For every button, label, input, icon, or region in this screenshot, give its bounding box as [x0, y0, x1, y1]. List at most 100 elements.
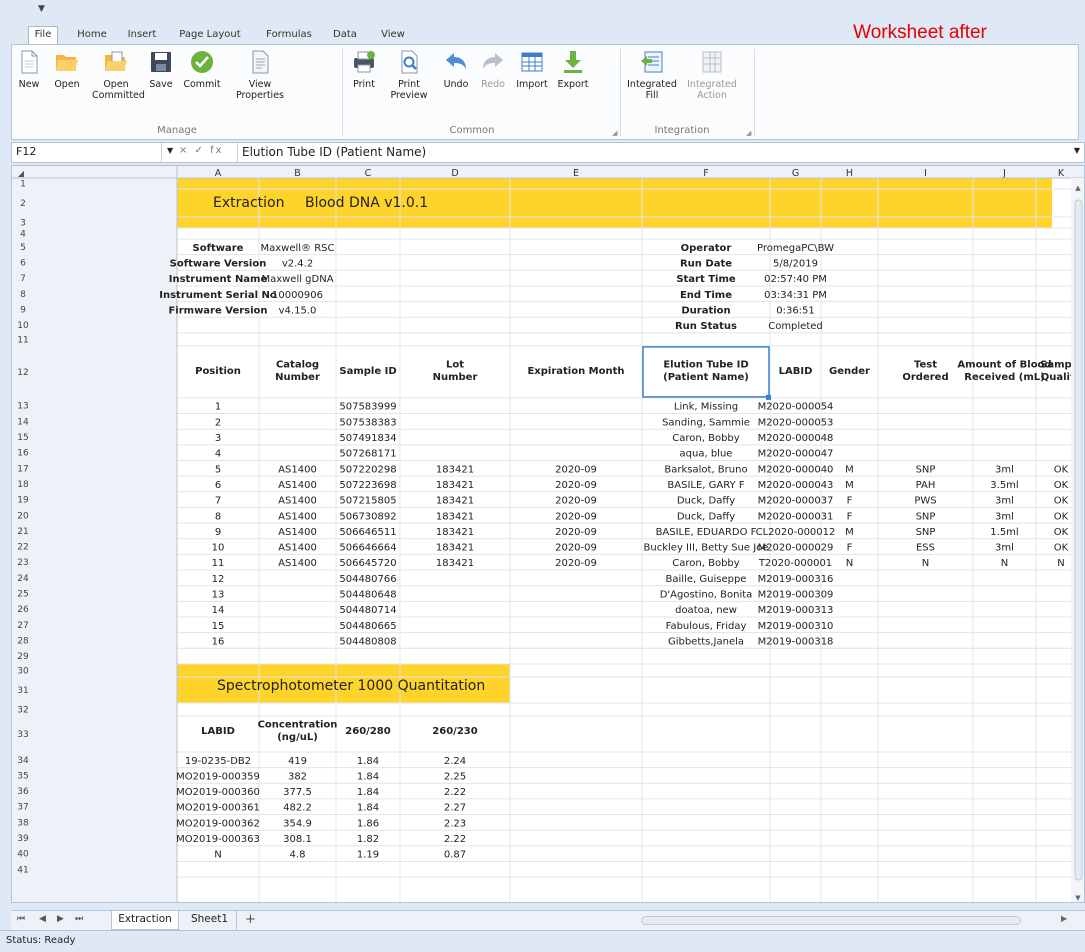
- new-button[interactable]: New: [14, 49, 44, 90]
- column-header-i[interactable]: I: [924, 168, 927, 179]
- row-header-3[interactable]: 3: [20, 219, 26, 229]
- view-properties-button[interactable]: View Properties: [230, 49, 290, 101]
- row-header-13[interactable]: 13: [17, 402, 28, 412]
- sheet-nav-last-icon[interactable]: ⏭: [75, 914, 83, 924]
- row-header-24[interactable]: 24: [17, 574, 29, 584]
- quick-access-dropdown-icon[interactable]: ▼: [38, 4, 45, 14]
- row-header-11[interactable]: 11: [17, 335, 28, 345]
- row-header-31[interactable]: 31: [17, 686, 28, 696]
- row-header-25[interactable]: 25: [17, 590, 28, 600]
- row-header-19[interactable]: 19: [17, 496, 29, 506]
- import-button[interactable]: Import: [515, 49, 549, 90]
- row-header-38[interactable]: 38: [17, 818, 29, 828]
- row-header-4[interactable]: 4: [20, 230, 26, 240]
- column-header-k[interactable]: K: [1058, 168, 1065, 179]
- print-button[interactable]: Print: [349, 49, 379, 90]
- row-header-1[interactable]: 1: [20, 180, 26, 190]
- row-header-40[interactable]: 40: [17, 850, 29, 860]
- table-cell: 507491834: [339, 433, 396, 444]
- row-header-29[interactable]: 29: [17, 652, 29, 662]
- row-header-2[interactable]: 2: [20, 199, 26, 209]
- row-header-15[interactable]: 15: [17, 433, 28, 443]
- row-header-20[interactable]: 20: [17, 511, 29, 521]
- column-header-j[interactable]: J: [1002, 168, 1006, 179]
- tab-data[interactable]: Data: [328, 27, 362, 44]
- vertical-scroll-thumb[interactable]: [1074, 199, 1083, 881]
- integrated-fill-button[interactable]: Integrated Fill: [624, 49, 680, 101]
- sheet-tab-sheet1[interactable]: Sheet1: [183, 911, 237, 930]
- open-button[interactable]: Open: [50, 49, 84, 90]
- horizontal-scrollbar[interactable]: [641, 916, 1021, 925]
- sheet-nav-prev-icon[interactable]: ◀: [39, 914, 46, 924]
- row-header-9[interactable]: 9: [20, 305, 26, 315]
- row-header-41[interactable]: 41: [17, 865, 28, 875]
- tab-home[interactable]: Home: [72, 27, 112, 44]
- spectro-cell: 2.27: [444, 803, 466, 814]
- row-header-12[interactable]: 12: [17, 368, 28, 378]
- row-header-36[interactable]: 36: [17, 787, 29, 797]
- row-header-27[interactable]: 27: [17, 621, 28, 631]
- name-box-dropdown-icon[interactable]: ▼: [167, 146, 173, 155]
- row-header-35[interactable]: 35: [17, 771, 28, 781]
- export-button[interactable]: Export: [556, 49, 590, 90]
- column-header-d[interactable]: D: [451, 168, 458, 179]
- common-launcher-icon[interactable]: ◢: [612, 129, 617, 137]
- formula-input[interactable]: Elution Tube ID (Patient Name): [237, 143, 1057, 162]
- row-header-30[interactable]: 30: [17, 666, 29, 676]
- fill-handle[interactable]: [766, 394, 771, 400]
- column-header-g[interactable]: G: [792, 168, 799, 179]
- column-header-f[interactable]: F: [703, 168, 708, 179]
- row-header-37[interactable]: 37: [17, 803, 28, 813]
- row-header-5[interactable]: 5: [20, 243, 26, 253]
- print-preview-button[interactable]: Print Preview: [387, 49, 431, 101]
- scroll-down-icon[interactable]: ▼: [1075, 894, 1081, 902]
- row-header-26[interactable]: 26: [17, 605, 29, 615]
- row-header-17[interactable]: 17: [17, 464, 28, 474]
- row-header-6[interactable]: 6: [20, 258, 26, 268]
- row-header-21[interactable]: 21: [17, 527, 28, 537]
- row-header-34[interactable]: 34: [17, 756, 29, 766]
- scroll-right-icon[interactable]: ▶: [1061, 914, 1067, 923]
- redo-button[interactable]: Redo: [478, 49, 508, 90]
- scroll-up-icon[interactable]: ▲: [1075, 184, 1081, 192]
- grid-canvas[interactable]: ◢ABCDEFGHIJKL123456789101112131415161718…: [12, 166, 1085, 903]
- row-header-23[interactable]: 23: [17, 558, 28, 568]
- sheet-nav-first-icon[interactable]: ⏮: [17, 914, 25, 924]
- row-header-33[interactable]: 33: [17, 730, 28, 740]
- row-header-16[interactable]: 16: [17, 449, 29, 459]
- open-committed-button[interactable]: Open Committed: [92, 49, 145, 101]
- row-header-22[interactable]: 22: [17, 543, 28, 553]
- integration-launcher-icon[interactable]: ◢: [746, 129, 751, 137]
- row-header-28[interactable]: 28: [17, 636, 29, 646]
- table-cell: 2020-09: [555, 480, 597, 491]
- row-header-8[interactable]: 8: [20, 290, 26, 300]
- sheet-tab-extraction[interactable]: Extraction: [111, 911, 179, 930]
- row-header-32[interactable]: 32: [17, 705, 28, 715]
- column-header-b[interactable]: B: [294, 168, 301, 179]
- tab-file[interactable]: File: [28, 26, 58, 45]
- row-header-14[interactable]: 14: [17, 417, 29, 427]
- column-header-h[interactable]: H: [846, 168, 853, 179]
- save-button[interactable]: Save: [146, 49, 176, 90]
- column-header-a[interactable]: A: [215, 168, 222, 179]
- add-sheet-button[interactable]: +: [245, 911, 265, 928]
- tab-insert[interactable]: Insert: [122, 27, 162, 44]
- undo-button[interactable]: Undo: [440, 49, 472, 90]
- column-header-c[interactable]: C: [365, 168, 372, 179]
- sheet-nav-next-icon[interactable]: ▶: [57, 914, 64, 924]
- tab-page-layout[interactable]: Page Layout: [176, 27, 244, 44]
- row-header-10[interactable]: 10: [17, 321, 29, 331]
- row-header-7[interactable]: 7: [20, 274, 26, 284]
- name-box[interactable]: F12: [12, 143, 162, 162]
- integrated-action-button[interactable]: Integrated Action: [684, 49, 740, 101]
- tab-formulas[interactable]: Formulas: [262, 27, 316, 44]
- row-header-18[interactable]: 18: [17, 480, 29, 490]
- worksheet-grid[interactable]: ◢ABCDEFGHIJKL123456789101112131415161718…: [11, 165, 1085, 903]
- formula-expand-icon[interactable]: ▼: [1074, 146, 1080, 155]
- commit-button[interactable]: Commit: [182, 49, 222, 90]
- column-header-e[interactable]: E: [573, 168, 579, 179]
- formula-function-icons[interactable]: × ✓ fx: [179, 145, 224, 156]
- row-header-39[interactable]: 39: [17, 834, 29, 844]
- select-all-icon[interactable]: ◢: [18, 169, 25, 178]
- tab-view[interactable]: View: [376, 27, 410, 44]
